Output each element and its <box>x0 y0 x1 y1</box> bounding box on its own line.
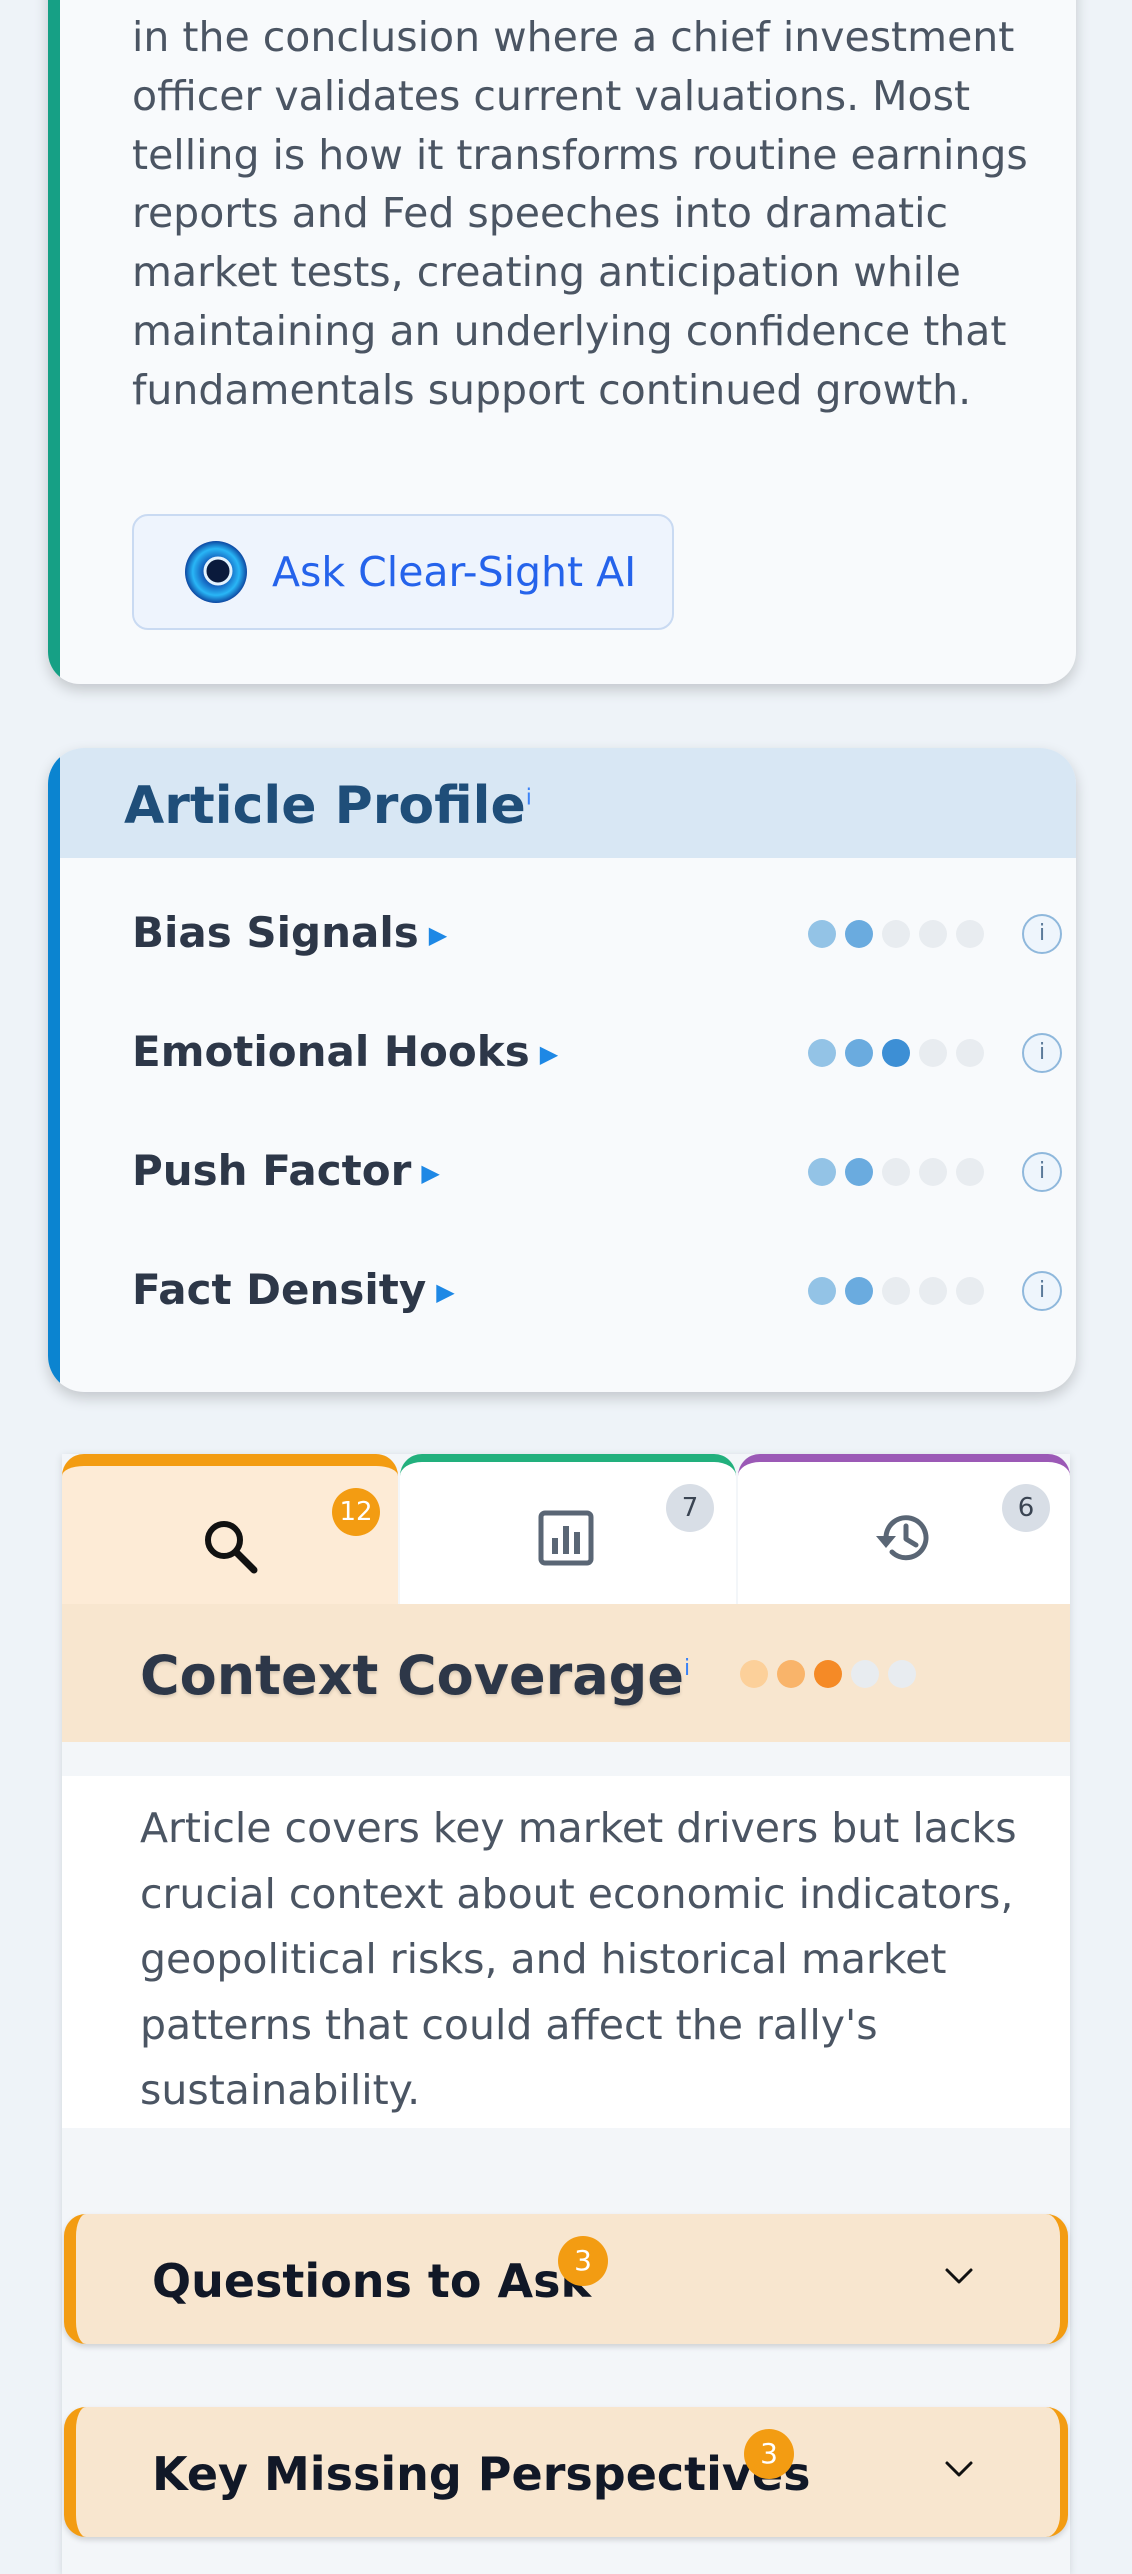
rating-dots <box>808 1039 984 1067</box>
context-coverage-title-text: Context Coverage <box>140 1644 684 1707</box>
chevron-down-icon <box>945 2461 973 2477</box>
search-icon <box>205 1521 258 1574</box>
questions-to-ask-accordion[interactable]: Questions to Ask 3 <box>64 2214 1068 2344</box>
rating-dot <box>956 1277 984 1305</box>
rating-dot <box>845 920 873 948</box>
rating-dot <box>808 920 836 948</box>
accordion-label: Key Missing Perspectives <box>152 2447 811 2501</box>
context-rating-dots <box>740 1660 916 1688</box>
rating-dots <box>808 1277 984 1305</box>
accordion-count-badge: 3 <box>558 2236 608 2286</box>
info-icon[interactable]: i <box>1022 1033 1062 1073</box>
rating-dot <box>882 1039 910 1067</box>
chevron-down-icon <box>945 2268 973 2284</box>
article-profile-title: Article Profilei <box>124 776 532 836</box>
context-info-marker[interactable]: i <box>684 1656 690 1681</box>
rating-dot <box>919 1158 947 1186</box>
profile-row-label: Emotional Hooks ▶ <box>132 1027 558 1076</box>
tab-count-badge: 7 <box>666 1484 714 1532</box>
tab-statistics[interactable]: 7 <box>400 1454 736 1604</box>
rating-dot <box>919 1277 947 1305</box>
expand-triangle-icon: ▶ <box>436 1278 455 1306</box>
rating-dots <box>808 1158 984 1186</box>
summary-paragraph: in the conclusion where a chief investme… <box>132 13 1028 414</box>
rating-dot <box>845 1277 873 1305</box>
profile-row-label-text: Bias Signals <box>132 908 419 957</box>
expand-triangle-icon: ▶ <box>539 1040 559 1068</box>
rating-dot <box>882 1158 910 1186</box>
bar-chart-icon <box>538 1510 594 1566</box>
expand-triangle-icon: ▶ <box>428 921 448 949</box>
context-coverage-description: Article covers key market drivers but la… <box>140 1804 1017 2114</box>
article-profile-info-marker[interactable]: i <box>526 786 532 811</box>
info-icon[interactable]: i <box>1022 1271 1062 1311</box>
rating-dot <box>888 1660 916 1688</box>
tab-search[interactable]: 12 <box>62 1454 398 1604</box>
profile-row-fact-density[interactable]: Fact Density ▶ i <box>132 1261 1076 1321</box>
rating-dot <box>919 1039 947 1067</box>
clear-sight-logo-icon <box>185 541 247 603</box>
info-icon[interactable]: i <box>1022 914 1062 954</box>
tab-count-badge: 12 <box>332 1488 380 1536</box>
rating-dot <box>882 920 910 948</box>
profile-row-push-factor[interactable]: Push Factor ▶ i <box>132 1142 1076 1202</box>
summary-accent-bar <box>48 0 60 684</box>
ask-button-label: Ask Clear-Sight AI <box>272 548 637 596</box>
key-missing-perspectives-accordion[interactable]: Key Missing Perspectives 3 <box>64 2407 1068 2537</box>
rating-dot <box>740 1660 768 1688</box>
summary-card: in the conclusion where a chief investme… <box>48 0 1076 684</box>
rating-dot <box>919 920 947 948</box>
rating-dot <box>956 1039 984 1067</box>
rating-dot <box>956 1158 984 1186</box>
info-icon[interactable]: i <box>1022 1152 1062 1192</box>
profile-row-label-text: Emotional Hooks <box>132 1027 530 1076</box>
rating-dot <box>956 920 984 948</box>
rating-dot <box>777 1660 805 1688</box>
rating-dot <box>845 1039 873 1067</box>
context-coverage-body: Article covers key market drivers but la… <box>62 1776 1070 2128</box>
rating-dot <box>808 1158 836 1186</box>
accordion-label: Questions to Ask <box>152 2254 592 2308</box>
ask-clear-sight-button[interactable]: Ask Clear-Sight AI <box>132 514 674 630</box>
context-coverage-header: Context Coveragei <box>62 1604 1070 1742</box>
history-icon <box>876 1515 929 1561</box>
profile-row-label-text: Fact Density <box>132 1265 427 1314</box>
profile-row-label: Bias Signals ▶ <box>132 908 447 957</box>
rating-dot <box>808 1277 836 1305</box>
profile-accent-bar <box>48 748 60 1392</box>
rating-dot <box>882 1277 910 1305</box>
analysis-panel: 12 7 6 Context Coveragei Article covers … <box>62 1454 1070 2574</box>
rating-dot <box>845 1158 873 1186</box>
profile-row-label: Push Factor ▶ <box>132 1146 440 1195</box>
article-profile-card: Article Profilei Bias Signals ▶ i Emotion… <box>48 748 1076 1392</box>
profile-row-emotional-hooks[interactable]: Emotional Hooks ▶ i <box>132 1023 1076 1083</box>
context-coverage-title: Context Coveragei <box>140 1644 690 1707</box>
rating-dot <box>808 1039 836 1067</box>
rating-dots <box>808 920 984 948</box>
profile-row-label-text: Push Factor <box>132 1146 412 1195</box>
rating-dot <box>814 1660 842 1688</box>
profile-row-label: Fact Density ▶ <box>132 1265 455 1314</box>
expand-triangle-icon: ▶ <box>421 1159 440 1187</box>
article-profile-title-text: Article Profile <box>124 776 526 836</box>
rating-dot <box>851 1660 879 1688</box>
profile-row-bias-signals[interactable]: Bias Signals ▶ i <box>132 904 1076 964</box>
tab-history[interactable]: 6 <box>738 1454 1070 1604</box>
tab-count-badge: 6 <box>1002 1484 1050 1532</box>
accordion-count-badge: 3 <box>744 2429 794 2479</box>
